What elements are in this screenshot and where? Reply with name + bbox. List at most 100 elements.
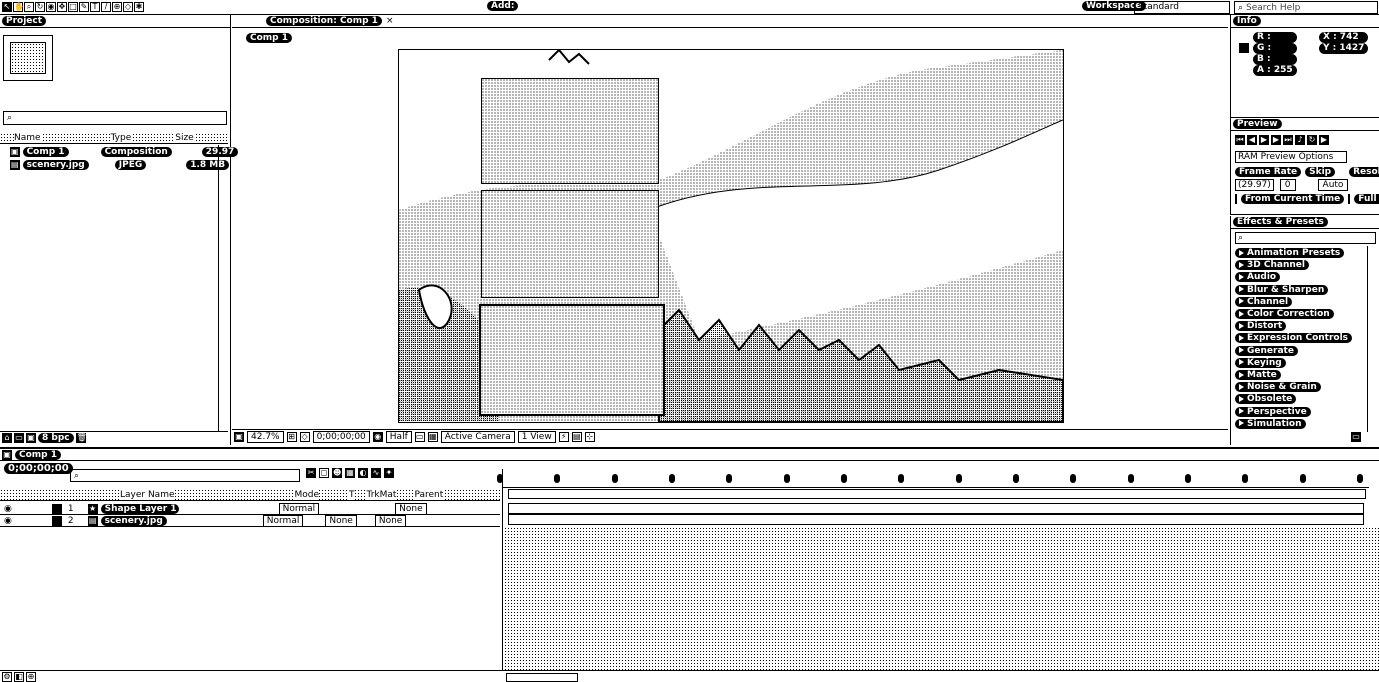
label-color-icon[interactable] [51, 515, 62, 526]
hand-tool-icon[interactable]: ✋ [13, 2, 24, 12]
full-screen-checkbox[interactable] [1348, 194, 1351, 204]
table-row[interactable]: ◉ 1 ★ Shape Layer 1 Normal None [0, 502, 500, 515]
bpc-label[interactable]: 8 bpc [38, 433, 74, 443]
timeline-search[interactable]: ⌕ [70, 469, 300, 482]
layer-mode[interactable]: Normal [278, 502, 320, 515]
col-size[interactable]: Size [175, 133, 194, 143]
loop-icon[interactable]: ↻ [1307, 135, 1317, 145]
views-select[interactable]: 1 View [517, 431, 556, 443]
effects-category-item[interactable]: Expression Controls [1235, 332, 1379, 344]
skip-select[interactable]: 0 [1279, 179, 1296, 191]
effects-tab[interactable]: Effects & Presets [1233, 217, 1328, 227]
effects-category-item[interactable]: Keying [1235, 357, 1379, 369]
expand-icon[interactable]: ⊕ [26, 671, 36, 682]
puppet-tool-icon[interactable]: ✱ [134, 2, 144, 12]
effects-category-item[interactable]: Color Correction [1235, 308, 1379, 320]
first-frame-icon[interactable]: ⏮ [1235, 135, 1245, 145]
shape-grid-middle[interactable] [481, 190, 659, 298]
toggle-modes-icon[interactable]: ◧ [14, 671, 24, 682]
col-trkmat[interactable]: TrkMat [366, 489, 397, 500]
shape-grid-top[interactable] [481, 78, 659, 184]
shape-grid-bottom-selected[interactable] [479, 304, 665, 416]
effects-category-item[interactable]: Matte [1235, 369, 1379, 381]
previous-frame-icon[interactable]: ◀ [1247, 135, 1257, 145]
mask-tool-icon[interactable]: □ [68, 2, 78, 12]
motion-blur-icon[interactable]: ◐ [358, 468, 368, 478]
graph-editor-icon[interactable]: ∿ [371, 468, 381, 478]
effects-category-item[interactable]: Noise & Grain [1235, 381, 1379, 393]
ram-preview-options-select[interactable]: RAM Preview Options [1235, 151, 1347, 163]
layer-parent[interactable]: None [374, 514, 407, 527]
text-tool-icon[interactable]: T [90, 2, 100, 12]
col-mode[interactable]: Mode [294, 489, 320, 500]
pan-behind-icon[interactable]: ✥ [57, 2, 67, 12]
always-preview-icon[interactable]: ▣ [234, 432, 244, 442]
list-item[interactable]: ▣ Comp 1 Composition 29.97 [0, 145, 239, 158]
time-ruler[interactable] [497, 473, 1369, 488]
col-parent[interactable]: Parent [414, 489, 444, 500]
timeline-timecode[interactable]: 0;00;00;00 [4, 463, 73, 474]
play-icon[interactable]: ▶ [1259, 135, 1269, 145]
timecode-display[interactable]: 0;00;00;00 [312, 431, 370, 443]
col-layer-name[interactable]: Layer Name [120, 489, 175, 500]
fast-previews-icon[interactable]: ⚡ [558, 432, 569, 442]
list-item[interactable]: ▤ scenery.jpg JPEG 1.8 MB [0, 158, 230, 171]
camera-select[interactable]: Active Camera [440, 431, 515, 443]
composition-tab[interactable]: Composition: Comp 1 [266, 16, 382, 26]
visibility-icon[interactable]: ◉ [4, 504, 12, 514]
region-of-interest-icon[interactable]: ▭ [414, 432, 425, 442]
camera-tool-icon[interactable]: ◉ [46, 2, 56, 12]
resolution-select-preview[interactable]: Auto [1317, 179, 1349, 191]
ram-preview-icon[interactable]: ▶ [1319, 135, 1329, 145]
toggle-switches-icon[interactable]: ⚙ [2, 671, 12, 682]
new-folder-icon[interactable]: ▭ [1351, 432, 1361, 442]
layer-trkmat[interactable]: None [325, 514, 357, 527]
from-current-checkbox[interactable] [1235, 194, 1237, 204]
comp-mini-flowchart-icon[interactable]: ✂ [306, 468, 316, 478]
pen-tool-icon[interactable]: ✎ [79, 2, 89, 12]
effects-scrollbar[interactable] [1367, 246, 1378, 432]
resolution-select[interactable]: Half [385, 431, 412, 443]
trash-icon[interactable]: 🗑 [75, 433, 87, 443]
close-icon[interactable]: × [386, 16, 394, 26]
shy-layers-icon[interactable]: ☻ [332, 468, 342, 478]
effects-category-item[interactable]: Perspective [1235, 406, 1379, 418]
last-frame-icon[interactable]: ⏭ [1283, 135, 1293, 145]
effects-category-item[interactable]: Blur & Sharpen [1235, 284, 1379, 296]
layer-bar-1[interactable] [508, 503, 1364, 514]
col-name[interactable]: Name [14, 133, 41, 143]
effects-category-item[interactable]: Generate [1235, 345, 1379, 357]
audio-icon[interactable]: ♪ [1295, 135, 1305, 145]
project-search[interactable]: ⌕ [3, 111, 227, 125]
brainstorm-icon[interactable]: ✦ [384, 468, 394, 478]
effects-search[interactable]: ⌕ [1235, 232, 1376, 244]
info-tab[interactable]: Info [1233, 16, 1261, 26]
timeline-tab[interactable]: Comp 1 [15, 449, 62, 460]
arrow-tool-icon[interactable]: ↖ [2, 2, 12, 12]
effects-category-item[interactable]: Animation Presets [1235, 247, 1379, 259]
frame-blending-icon[interactable]: ▦ [345, 468, 355, 478]
effects-category-item[interactable]: 3D Channel [1235, 259, 1379, 271]
mask-visibility-icon[interactable]: ◇ [299, 432, 310, 442]
interpret-footage-icon[interactable]: ⌂ [2, 433, 12, 443]
effects-category-item[interactable]: Channel [1235, 296, 1379, 308]
workspace-select[interactable]: Standard [1134, 1, 1230, 14]
snapshot-icon[interactable]: ◉ [372, 432, 383, 442]
next-frame-icon[interactable]: ▶ [1271, 135, 1281, 145]
effects-category-item[interactable]: Audio [1235, 271, 1379, 283]
add-label[interactable]: Add: [487, 1, 519, 11]
zoom-select[interactable]: 42.7% [247, 431, 284, 443]
layer-mode[interactable]: Normal [262, 514, 304, 527]
label-color-icon[interactable] [51, 503, 62, 514]
comp-canvas[interactable] [398, 49, 1064, 423]
brush-tool-icon[interactable]: / [101, 2, 111, 12]
layer-bar-2[interactable] [508, 514, 1364, 525]
layer-parent[interactable]: None [395, 502, 427, 515]
flowchart-icon[interactable]: ⊹ [584, 432, 595, 442]
rotate-tool-icon[interactable]: ↻ [35, 2, 45, 12]
timeline-icon[interactable]: ▤ [571, 432, 582, 442]
col-type[interactable]: Type [110, 133, 132, 143]
effects-category-item[interactable]: Distort [1235, 320, 1379, 332]
new-folder-icon[interactable]: ▭ [14, 433, 24, 443]
transparency-grid-icon[interactable]: ▦ [427, 432, 438, 442]
